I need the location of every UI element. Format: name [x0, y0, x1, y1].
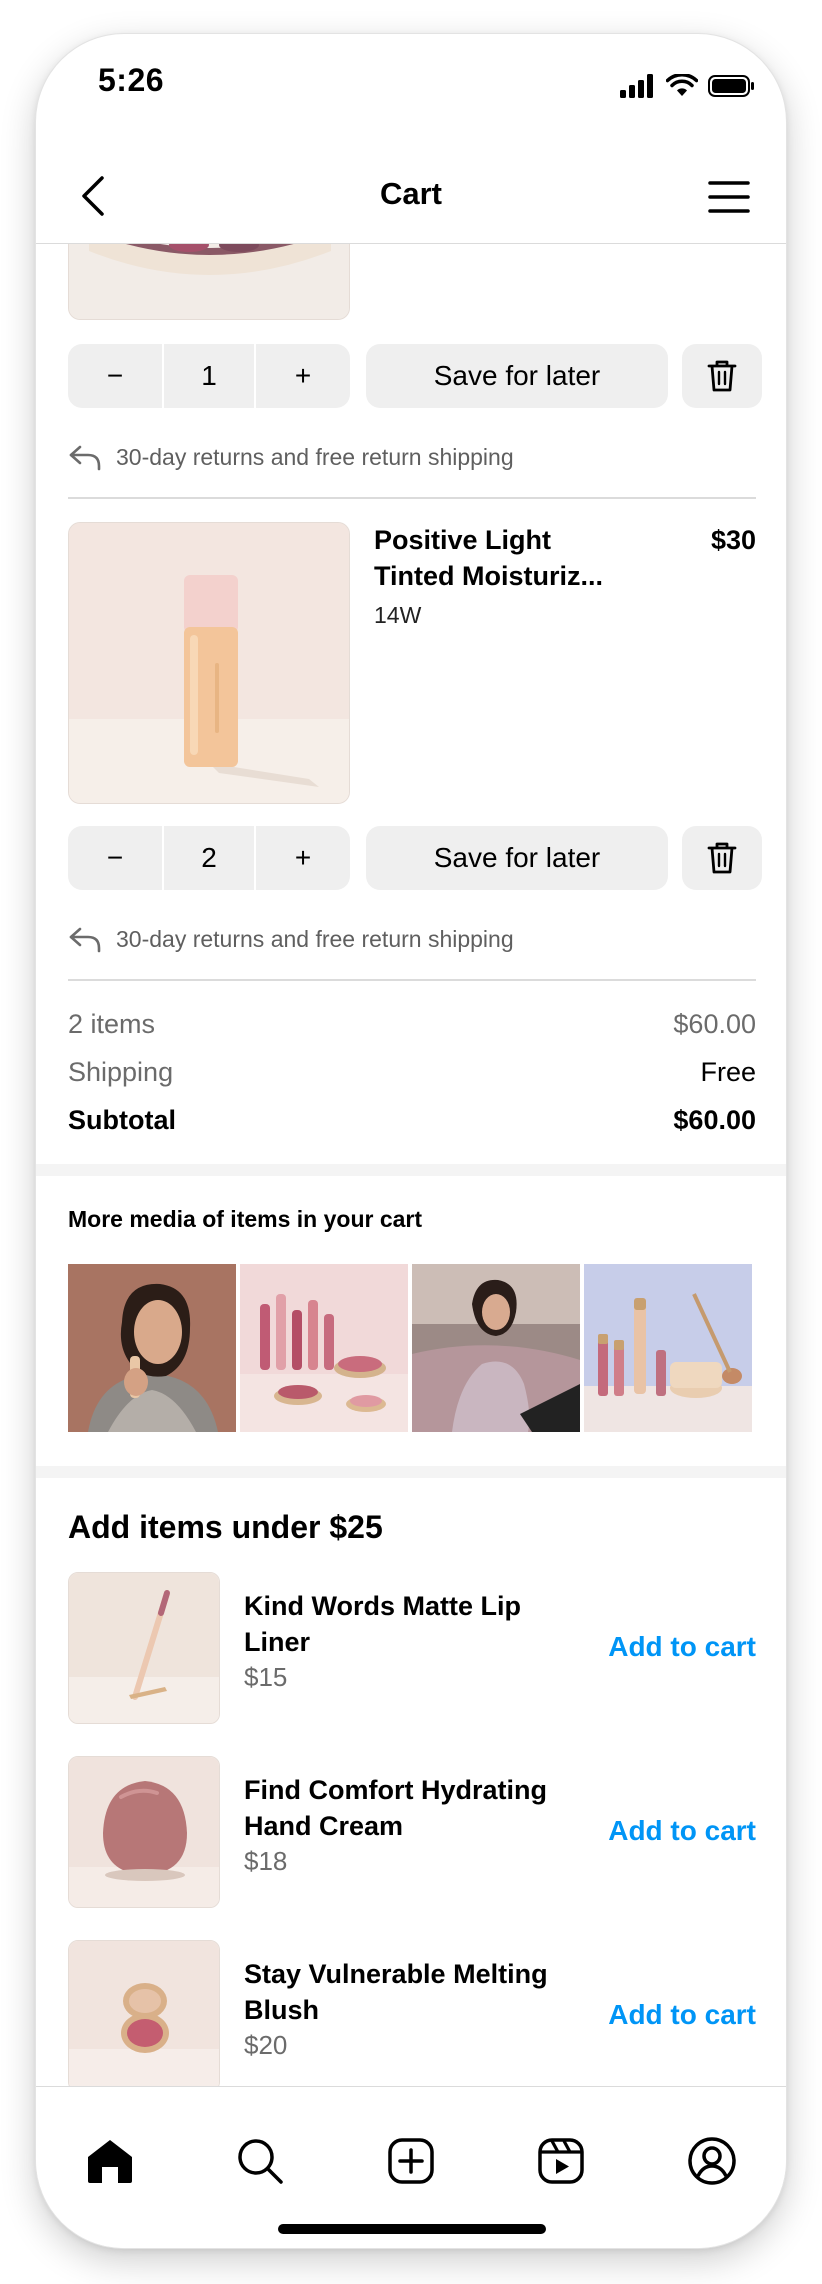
- tab-search[interactable]: [230, 2131, 290, 2191]
- delete-item-button[interactable]: [682, 344, 762, 408]
- returns-note-1: 30-day returns and free return shipping: [68, 437, 514, 477]
- media-tile-2[interactable]: [240, 1264, 408, 1432]
- hamburger-menu-icon: [708, 181, 750, 213]
- section-separator: [36, 1466, 786, 1478]
- returns-text: 30-day returns and free return shipping: [116, 443, 514, 470]
- battery-icon: [708, 75, 754, 97]
- save-for-later-button[interactable]: Save for later: [366, 344, 668, 408]
- tab-reels[interactable]: [531, 2131, 591, 2191]
- status-bar: 5:26: [36, 34, 786, 154]
- summary-subtotal-row: Subtotal $60.00: [68, 1100, 756, 1140]
- reels-icon: [538, 2138, 584, 2184]
- subtotal-label: Subtotal: [68, 1104, 176, 1135]
- add-to-cart-button[interactable]: Add to cart: [608, 1815, 756, 1847]
- cart-item-variant: 14W: [374, 602, 422, 628]
- rec-item-3-image[interactable]: [68, 1940, 220, 2092]
- cart-item-2-image[interactable]: [68, 522, 350, 804]
- menu-button[interactable]: [708, 180, 750, 214]
- increase-button[interactable]: +: [256, 826, 350, 890]
- lifestyle-photo-image: [412, 1264, 580, 1432]
- decrease-button[interactable]: −: [68, 344, 162, 408]
- wifi-icon: [666, 74, 698, 96]
- summary-divider: [68, 979, 756, 981]
- items-total-value: $60.00: [673, 1008, 756, 1039]
- rec-item-price: $18: [244, 1846, 288, 1876]
- summary-shipping-row: Shipping Free: [68, 1052, 756, 1092]
- shipping-label: Shipping: [68, 1056, 174, 1087]
- recommendations-title: Add items under $25: [68, 1509, 383, 1545]
- trash-icon: [707, 360, 737, 392]
- nav-header: Cart: [36, 144, 786, 244]
- quantity-value: 2: [162, 826, 256, 890]
- shipping-value: Free: [700, 1056, 756, 1087]
- section-separator: [36, 1164, 786, 1176]
- cart-item-price: $30: [710, 525, 756, 555]
- cart-item-name[interactable]: Positive Light Tinted Moisturiz...: [374, 522, 634, 594]
- status-icons: [620, 66, 756, 106]
- tab-profile[interactable]: [682, 2131, 742, 2191]
- add-to-cart-button[interactable]: Add to cart: [608, 1631, 756, 1663]
- increase-button[interactable]: +: [256, 344, 350, 408]
- media-section-title: More media of items in your cart: [68, 1206, 423, 1232]
- returns-note-2: 30-day returns and free return shipping: [68, 919, 514, 959]
- model-photo-image: [68, 1264, 236, 1432]
- rec-item-name[interactable]: Stay Vulnerable Melting Blush: [244, 1956, 564, 2028]
- quantity-stepper-2[interactable]: − 2 +: [68, 826, 350, 890]
- delete-item-button[interactable]: [682, 826, 762, 890]
- returns-text: 30-day returns and free return shipping: [116, 925, 514, 952]
- add-to-cart-button[interactable]: Add to cart: [608, 1999, 756, 2031]
- return-arrow-icon: [69, 445, 101, 471]
- tab-create[interactable]: [381, 2131, 441, 2191]
- item-divider: [68, 497, 756, 499]
- media-tile-1[interactable]: [68, 1264, 236, 1432]
- lip-liner-image: [69, 1573, 219, 1723]
- rec-item-name[interactable]: Kind Words Matte Lip Liner: [244, 1588, 564, 1660]
- rec-item-2-image[interactable]: [68, 1756, 220, 1908]
- hand-cream-image: [69, 1757, 219, 1907]
- quantity-value: 1: [162, 344, 256, 408]
- home-icon: [88, 2140, 132, 2183]
- cart-content[interactable]: − 1 + Save for later 30-day returns and …: [36, 244, 786, 2116]
- rec-item-name[interactable]: Find Comfort Hydrating Hand Cream: [244, 1772, 564, 1844]
- phone-frame: 5:26 Cart − 1 + Save for later 30-day re…: [36, 34, 786, 2248]
- search-icon: [238, 2139, 283, 2184]
- product-arrangement-image: [584, 1264, 752, 1432]
- page-title: Cart: [379, 176, 442, 211]
- status-time: 5:26: [98, 62, 165, 98]
- rec-item-price: $15: [244, 1662, 288, 1692]
- blush-compact-image: [69, 1941, 219, 2091]
- cart-item-1-image[interactable]: [68, 244, 350, 320]
- rec-item-price: $20: [244, 2030, 288, 2060]
- eyeshadow-palette-image: [69, 244, 349, 319]
- rec-item-1-image[interactable]: [68, 1572, 220, 1724]
- decrease-button[interactable]: −: [68, 826, 162, 890]
- items-count-label: 2 items: [68, 1008, 156, 1039]
- quantity-stepper-1[interactable]: − 1 +: [68, 344, 350, 408]
- summary-items-row: 2 items $60.00: [68, 1004, 756, 1044]
- product-lineup-image: [240, 1264, 408, 1432]
- signal-icon: [620, 74, 653, 98]
- save-for-later-button[interactable]: Save for later: [366, 826, 668, 890]
- create-icon: [388, 2138, 434, 2184]
- tab-home[interactable]: [80, 2131, 140, 2191]
- return-arrow-icon: [69, 927, 101, 953]
- home-indicator[interactable]: [278, 2224, 546, 2234]
- trash-icon: [707, 842, 737, 874]
- subtotal-value: $60.00: [673, 1104, 756, 1135]
- moisturizer-bottle-image: [69, 523, 349, 803]
- media-tile-3[interactable]: [412, 1264, 580, 1432]
- media-tile-4[interactable]: [584, 1264, 752, 1432]
- profile-icon: [688, 2137, 736, 2185]
